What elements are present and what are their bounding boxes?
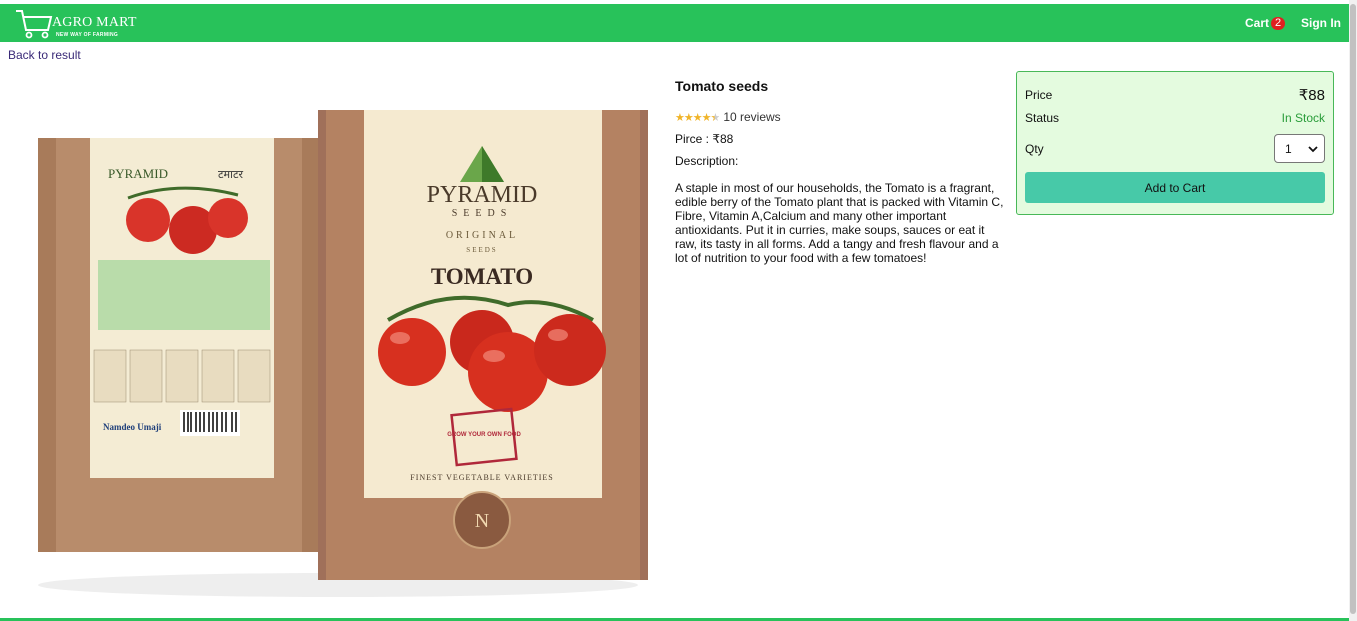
product-info: Tomato seeds ★★★★★ 10 reviews Pirce : ₹8…: [675, 78, 1005, 265]
stock-status: In Stock: [1281, 111, 1325, 125]
back-to-result-link[interactable]: Back to result: [8, 48, 81, 62]
qty-select[interactable]: 1: [1274, 134, 1325, 163]
brand-tagline: NEW WAY OF FARMING: [56, 32, 119, 38]
barcode-icon: [180, 410, 240, 436]
navbar: AGRO MART NEW WAY OF FARMING Cart 2 Sign…: [0, 4, 1349, 42]
status-label: Status: [1025, 111, 1060, 125]
front-packet-seal-icon: N: [453, 491, 511, 549]
front-packet-variety: TOMATO: [431, 264, 533, 289]
back-packet-maker: Namdeo Umaji: [103, 422, 162, 432]
qty-value: 1: [1285, 141, 1292, 156]
reviews-count[interactable]: 10 reviews: [723, 110, 780, 124]
price-value: ₹88: [1298, 87, 1325, 104]
svg-text:N: N: [475, 510, 489, 532]
front-packet: PYRAMID SEEDS ORIGINAL SEEDS TOMATO GROW…: [318, 110, 648, 580]
sign-in-link[interactable]: Sign In: [1301, 16, 1341, 30]
front-packet-brand: PYRAMID: [427, 182, 538, 208]
add-to-cart-button[interactable]: Add to Cart: [1025, 172, 1325, 203]
back-packet-brand: PYRAMID: [108, 166, 168, 181]
product-image: PYRAMID टमाटर Namdeo Umaji PYRAMID SEEDS…: [8, 80, 668, 600]
price-label: Price: [1025, 88, 1053, 102]
description-text: A staple in most of our households, the …: [675, 181, 1004, 265]
brand-name: AGRO MART: [52, 15, 137, 30]
description-label: Description:: [675, 154, 739, 168]
cart-label: Cart: [1244, 16, 1269, 30]
product-rating: ★★★★★ 10 reviews: [675, 110, 1005, 124]
price-row: Price ₹88: [1025, 86, 1325, 104]
front-packet-original: ORIGINAL: [446, 230, 518, 241]
qty-row: Qty 1: [1025, 134, 1325, 163]
back-packet: PYRAMID टमाटर Namdeo Umaji: [38, 138, 320, 552]
front-packet-footer: FINEST VEGETABLE VARIETIES: [410, 473, 553, 482]
scrollbar-thumb[interactable]: [1350, 4, 1356, 614]
qty-label: Qty: [1025, 141, 1044, 156]
product-title: Tomato seeds: [675, 78, 769, 94]
nav-actions: Cart 2 Sign In: [1245, 4, 1341, 42]
cart-link[interactable]: Cart 2: [1245, 16, 1285, 30]
scrollbar[interactable]: [1349, 0, 1357, 621]
cart-count-badge: 2: [1271, 16, 1285, 30]
brand-logo[interactable]: AGRO MART NEW WAY OF FARMING: [14, 8, 144, 40]
back-packet-hindi: टमाटर: [218, 168, 244, 181]
purchase-box: Price ₹88 Status In Stock Qty 1 Add to C…: [1016, 71, 1334, 215]
grow-your-own-food-text: GROW YOUR OWN FOOD: [447, 432, 521, 438]
cart-logo-icon: [16, 10, 53, 39]
star-rating-icon: ★★★★★: [675, 111, 720, 124]
product-price-line: Pirce : ₹88: [675, 132, 734, 146]
front-packet-seeds: SEEDS: [466, 246, 497, 254]
chevron-down-icon: [1308, 145, 1318, 152]
front-packet-brand-sub: SEEDS: [452, 208, 513, 219]
status-row: Status In Stock: [1025, 111, 1325, 125]
